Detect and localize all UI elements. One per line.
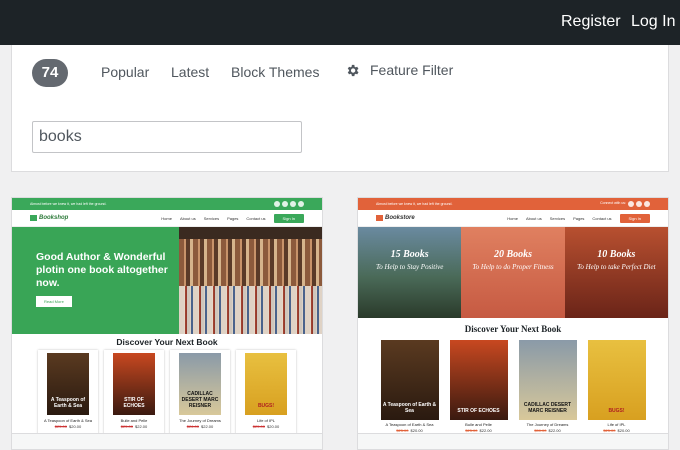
- book-cover: BUGS!: [587, 340, 646, 420]
- theme-banners: 15 Books To Help to Stay Positive 20 Boo…: [358, 227, 668, 318]
- read-more-button: Read More: [36, 296, 72, 307]
- banner-title: 10 Books: [597, 249, 636, 260]
- logo-text: Bookshop: [39, 215, 69, 221]
- search-input[interactable]: [32, 121, 302, 153]
- connect-label: Connect with us:: [600, 201, 626, 205]
- theme-card-footer: [12, 433, 322, 449]
- theme-logo: Bookstore: [376, 215, 415, 221]
- section-title: Discover Your Next Book: [464, 324, 562, 334]
- banner-panel: 20 Books To Help to do Proper Fitness: [461, 227, 565, 318]
- menu-item: Pages: [573, 215, 585, 221]
- hero-text-panel: Good Author & Wonderful plotin one book …: [12, 227, 179, 334]
- book-title: Life of IPL: [256, 418, 275, 423]
- book-item: BUGS! Life of IPL $25.00 $20.00: [587, 340, 646, 433]
- book-item: STIR OF ECHOES Bulle and Pelle $25.00 $22…: [449, 340, 508, 433]
- book-cover: CADILLAC DESERT MARC REISNER: [179, 353, 221, 415]
- book-item: BUGS! Life of IPL $25.00 $20.00: [236, 350, 296, 436]
- social-icons: Connect with us:: [600, 201, 650, 207]
- theme-card-bookshop[interactable]: Almost before we knew it, we had left th…: [11, 197, 323, 450]
- banner-panel: 15 Books To Help to Stay Positive: [358, 227, 462, 318]
- feature-filter-button[interactable]: Feature Filter: [345, 62, 453, 78]
- book-title: A Teaspoon of Earth & Sea: [44, 418, 92, 423]
- theme-card-footer: [358, 433, 668, 449]
- banner-subtitle: To Help to do Proper Fitness: [472, 263, 554, 271]
- book-title: Bulle and Pelle: [465, 422, 492, 427]
- logo-text: Bookstore: [385, 215, 415, 221]
- book-icon: [376, 215, 383, 221]
- book-cover: CADILLAC DESERT MARC REISNER: [518, 340, 577, 420]
- book-price: $25.00 $20.00: [54, 424, 82, 429]
- gear-icon: [347, 64, 359, 76]
- twitter-icon: [282, 201, 288, 207]
- book-price: $26.00 $22.00: [186, 424, 214, 429]
- theme-nav: Bookshop Home About us Services Pages Co…: [12, 210, 322, 227]
- bookstore-photo: [179, 227, 322, 334]
- book-icon: [30, 215, 37, 221]
- book-cover: BUGS!: [245, 353, 287, 415]
- banner-panel: 10 Books To Help to take Perfect Diet: [564, 227, 668, 318]
- theme-filter-panel: 74 Popular Latest Block Themes Feature F…: [11, 45, 669, 172]
- instagram-icon: [290, 201, 296, 207]
- tab-block-themes[interactable]: Block Themes: [231, 64, 319, 80]
- book-item: A Teaspoon of Earth & Sea A Teaspoon of …: [38, 350, 98, 436]
- book-title: Life of IPL: [607, 422, 626, 427]
- book-cover: STIR OF ECHOES: [449, 340, 508, 420]
- youtube-icon: [298, 201, 304, 207]
- theme-hero: Good Author & Wonderful plotin one book …: [12, 227, 322, 334]
- tab-popular[interactable]: Popular: [101, 64, 149, 80]
- theme-card-bookstore[interactable]: Almost before we knew it, we had left th…: [357, 197, 669, 450]
- book-title: A Teaspoon of Earth & Sea: [385, 422, 434, 427]
- book-cover: STIR OF ECHOES: [113, 353, 155, 415]
- theme-nav: Bookstore Home About us Services Pages C…: [358, 210, 668, 227]
- theme-logo: Bookshop: [30, 215, 68, 221]
- announcement-text: Almost before we knew it, we had left th…: [376, 202, 453, 206]
- theme-menu: Home About us Services Pages Contact us …: [161, 213, 304, 223]
- book-title: Bulle and Pelle: [120, 418, 148, 423]
- book-item: STIR OF ECHOES Bulle and Pelle $25.00 $22…: [104, 350, 164, 436]
- menu-item: Home: [161, 215, 172, 221]
- menu-item: Services: [549, 215, 566, 221]
- menu-item: Pages: [227, 215, 239, 221]
- twitter-icon: [636, 201, 642, 207]
- book-list: A Teaspoon of Earth & Sea A Teaspoon of …: [12, 350, 322, 436]
- facebook-icon: [274, 201, 280, 207]
- book-item: A Teaspoon of Earth & Sea A Teaspoon of …: [380, 340, 439, 433]
- theme-announcement-bar: Almost before we knew it, we had left th…: [358, 198, 668, 210]
- menu-item: Contact us: [246, 215, 266, 221]
- book-cover: A Teaspoon of Earth & Sea: [47, 353, 89, 415]
- banner-subtitle: To Help to take Perfect Diet: [577, 263, 656, 271]
- menu-item: Services: [203, 215, 220, 221]
- feature-filter-label: Feature Filter: [370, 62, 454, 78]
- book-price: $25.00 $20.00: [252, 424, 280, 429]
- menu-item: About us: [179, 215, 196, 221]
- announcement-text: Almost before we knew it, we had left th…: [30, 202, 107, 206]
- book-cover: A Teaspoon of Earth & Sea: [380, 340, 439, 420]
- banner-title: 15 Books: [390, 249, 429, 260]
- theme-announcement-bar: Almost before we knew it, we had left th…: [12, 198, 322, 210]
- menu-item: Home: [507, 215, 518, 221]
- book-item: CADILLAC DESERT MARC REISNER The Journey…: [518, 340, 577, 433]
- social-icons: [274, 201, 304, 207]
- theme-count-badge: 74: [32, 59, 68, 87]
- section-title: Discover Your Next Book: [116, 337, 218, 347]
- instagram-icon: [644, 201, 650, 207]
- top-bar: Register Log In: [0, 0, 680, 45]
- book-price: $25.00 $22.00: [120, 424, 148, 429]
- hero-title: Good Author & Wonderful plotin one book …: [36, 251, 168, 289]
- signin-button: Sign In: [273, 213, 304, 223]
- banner-subtitle: To Help to Stay Positive: [375, 263, 444, 271]
- book-list: A Teaspoon of Earth & Sea A Teaspoon of …: [358, 340, 668, 433]
- theme-menu: Home About us Services Pages Contact us …: [507, 213, 650, 223]
- facebook-icon: [628, 201, 634, 207]
- banner-title: 20 Books: [493, 249, 533, 260]
- book-title: The Journey of Dreams: [526, 422, 569, 427]
- signin-button: Sign In: [619, 213, 650, 223]
- tab-latest[interactable]: Latest: [171, 64, 209, 80]
- book-title: The Journey of Dreams: [179, 418, 221, 423]
- login-link[interactable]: Log In: [631, 13, 675, 31]
- menu-item: About us: [525, 215, 542, 221]
- book-item: CADILLAC DESERT MARC REISNER The Journey…: [170, 350, 230, 436]
- register-link[interactable]: Register: [561, 13, 621, 31]
- menu-item: Contact us: [592, 215, 612, 221]
